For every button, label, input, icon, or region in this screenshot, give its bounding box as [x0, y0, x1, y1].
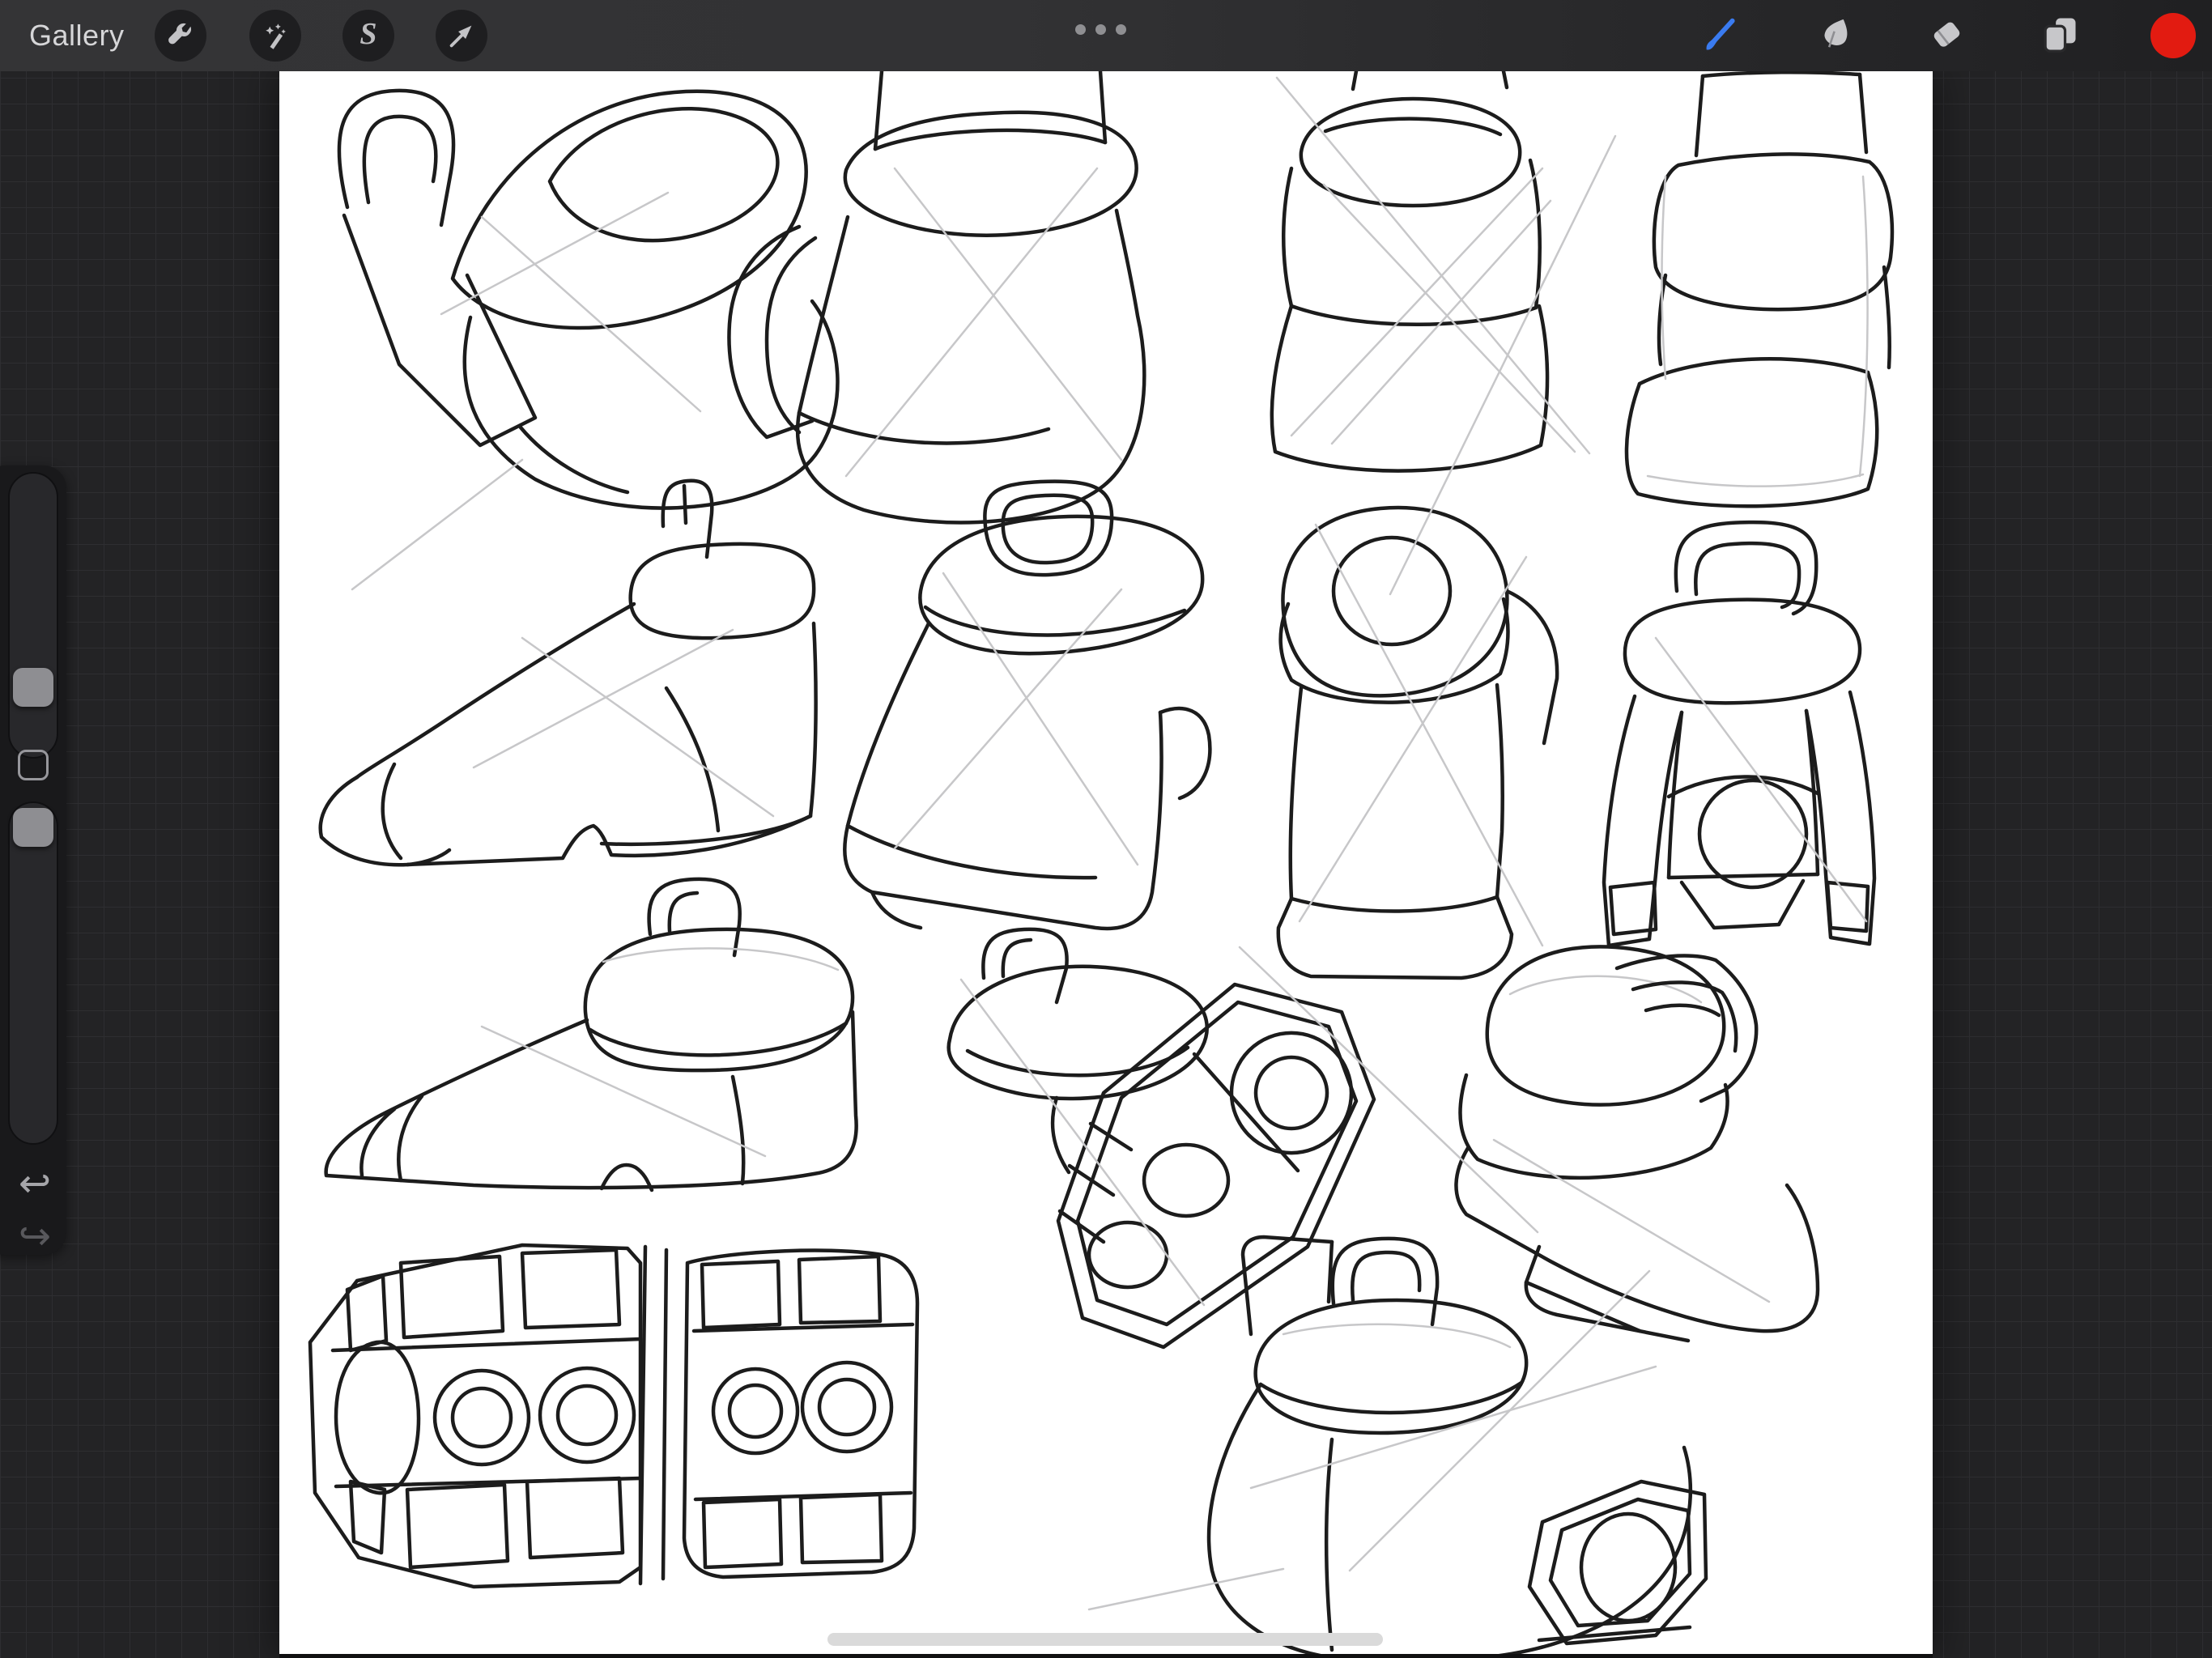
layers-button[interactable] — [2037, 13, 2082, 58]
redo-button[interactable]: ↪ — [0, 1214, 70, 1260]
smudge-finger-icon — [1812, 13, 1854, 59]
drawing-canvas[interactable] — [279, 71, 1933, 1658]
sketch-stacked-front-boot-far-right — [1627, 72, 1892, 506]
sketch-layer — [279, 71, 1933, 1658]
sketch-sole-pair-top-view-bottom-left — [310, 1245, 917, 1587]
brush-opacity-slider[interactable] — [8, 801, 58, 1145]
arrow-cursor-icon — [447, 21, 476, 50]
layers-icon — [2039, 13, 2081, 59]
home-indicator[interactable] — [827, 1633, 1383, 1646]
sketch-arch-front-boot-far-right-mid — [1604, 522, 1874, 946]
modify-button[interactable] — [18, 750, 49, 780]
brush-size-handle[interactable] — [13, 668, 53, 707]
selection-s-icon: S — [359, 19, 376, 49]
dot-icon — [1116, 24, 1126, 35]
brush-sidebar: ↩ ↪ — [0, 466, 66, 1255]
sketch-side-boot-mid-left — [321, 481, 816, 865]
adjustments-button[interactable] — [249, 10, 301, 62]
eraser-tool-button[interactable] — [1924, 13, 1969, 58]
magic-wand-icon — [261, 21, 290, 50]
transform-button[interactable] — [436, 10, 487, 62]
procreate-app: { "topbar": { "gallery_label": "Gallery"… — [0, 0, 2212, 1658]
undo-button[interactable]: ↩ — [0, 1162, 70, 1207]
top-toolbar: Gallery S — [0, 0, 2212, 71]
smudge-tool-button[interactable] — [1810, 13, 1856, 58]
active-color-swatch — [2150, 13, 2196, 58]
sketch-rear-quarter-boot-top-left — [339, 91, 838, 508]
gallery-button[interactable]: Gallery — [29, 0, 125, 71]
dot-icon — [1095, 24, 1106, 35]
brush-icon — [1699, 13, 1741, 59]
window-drag-handle[interactable] — [1075, 24, 1137, 35]
sketch-sole-quarter-boot-bottom-center — [949, 929, 1374, 1347]
actions-button[interactable] — [155, 10, 206, 62]
wrench-icon — [166, 21, 195, 50]
selection-button[interactable]: S — [342, 10, 394, 62]
paint-tool-button[interactable] — [1697, 13, 1742, 58]
sketch-collar-boot-mid-center — [844, 482, 1210, 929]
sketch-strap-top-boot-row3-right — [1456, 946, 1818, 1341]
eraser-icon — [1925, 13, 1967, 59]
sketch-big-cuff-side-boot-row3-left — [326, 879, 857, 1190]
sketch-heel-top-boot-mid-right — [1278, 508, 1557, 978]
dot-icon — [1075, 24, 1086, 35]
brush-opacity-handle[interactable] — [13, 808, 53, 847]
sketch-front-quarter-boot-top-center — [729, 71, 1144, 522]
brush-size-slider[interactable] — [8, 472, 58, 759]
sketch-cylinder-shaft-boot-top — [1272, 71, 1575, 471]
canvas-bottom-edge — [279, 1654, 1933, 1658]
color-swatch-button[interactable] — [2150, 13, 2196, 58]
